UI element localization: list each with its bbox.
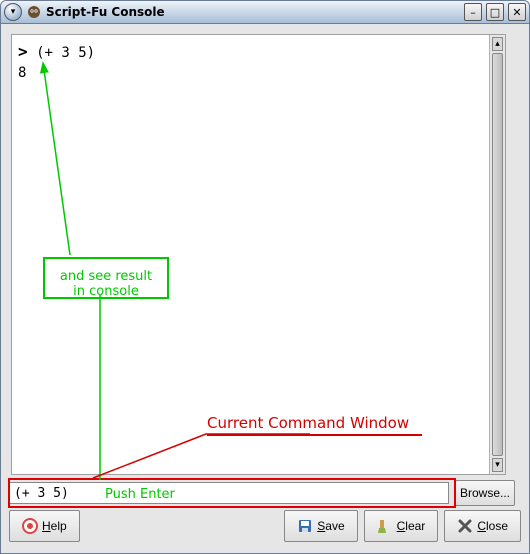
clear-icon	[377, 518, 393, 534]
titlebar: ▾ Script-Fu Console – □ ✕	[0, 0, 530, 24]
annotation-result-box: and see result in console	[43, 257, 169, 299]
help-button-label-rest: elp	[51, 519, 67, 533]
help-button[interactable]: Help	[9, 510, 80, 542]
close-button[interactable]: Close	[444, 510, 521, 542]
annotation-command-window-label: Current Command Window	[207, 414, 409, 432]
window-body: > (+ 3 5) 8 ▴ ▾ and see result in consol…	[0, 24, 530, 554]
console-last-input: (+ 3 5)	[36, 45, 95, 61]
maximize-button[interactable]: □	[486, 3, 504, 21]
console-output-area: > (+ 3 5) 8 ▴ ▾	[11, 34, 506, 475]
close-icon	[457, 518, 473, 534]
gimp-wilber-icon	[26, 4, 42, 20]
console-scrollbar[interactable]: ▴ ▾	[489, 35, 505, 474]
prompt-symbol: >	[18, 42, 28, 61]
annotation-result-line2: in console	[53, 284, 159, 299]
minimize-button[interactable]: –	[464, 3, 482, 21]
annotation-result-line1: and see result	[53, 269, 159, 284]
button-bar: Help Save Clear Close	[9, 509, 521, 543]
scroll-down-arrow[interactable]: ▾	[492, 458, 503, 472]
console-output-text: > (+ 3 5) 8	[18, 41, 483, 83]
help-icon	[22, 518, 38, 534]
clear-button[interactable]: Clear	[364, 510, 439, 542]
command-input[interactable]	[9, 482, 449, 504]
save-button[interactable]: Save	[284, 510, 357, 542]
annotation-command-window-underline	[207, 434, 422, 436]
browse-button[interactable]: Browse...	[455, 480, 515, 506]
scroll-thumb[interactable]	[492, 53, 503, 456]
console-last-output: 8	[18, 65, 26, 81]
command-input-row: Browse...	[9, 481, 521, 505]
close-window-button[interactable]: ✕	[508, 3, 526, 21]
scroll-up-arrow[interactable]: ▴	[492, 37, 503, 51]
window-menu-button[interactable]: ▾	[4, 3, 22, 21]
window-title: Script-Fu Console	[46, 5, 165, 19]
save-icon	[297, 518, 313, 534]
